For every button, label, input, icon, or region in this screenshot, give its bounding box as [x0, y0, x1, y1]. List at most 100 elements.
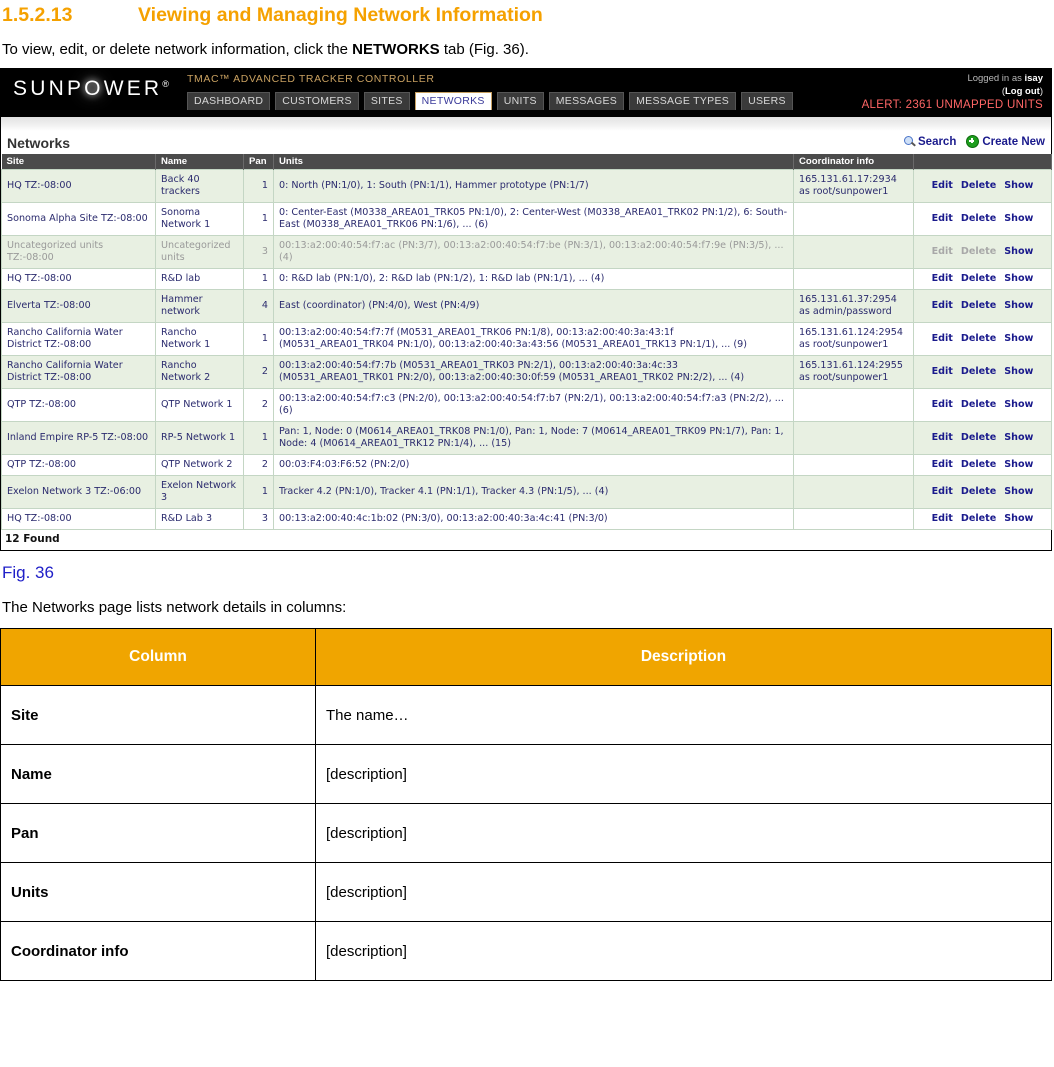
column-header-pan[interactable]: Pan [243, 154, 274, 170]
show-link[interactable]: Show [1004, 459, 1033, 470]
show-link[interactable]: Show [1004, 300, 1033, 311]
desc-column-description: The name… [315, 685, 1052, 745]
delete-link[interactable]: Delete [961, 213, 996, 224]
delete-link[interactable]: Delete [961, 300, 996, 311]
edit-link[interactable]: Edit [932, 513, 953, 524]
table-row: Sonoma Alpha Site TZ:-08:00 Sonoma Networ… [1, 202, 1052, 236]
cell-name: QTP Network 2 [155, 454, 244, 476]
edit-link[interactable]: Edit [932, 273, 953, 284]
tab-units[interactable]: UNITS [496, 92, 544, 110]
cell-name: Sonoma Network 1 [155, 202, 244, 236]
cell-site: Inland Empire RP-5 TZ:-08:00 [1, 421, 156, 455]
delete-link[interactable]: Delete [961, 486, 996, 497]
delete-link[interactable]: Delete [961, 273, 996, 284]
create-new-button[interactable]: Create New [966, 135, 1045, 148]
networks-table-body: HQ TZ:-08:00 Back 40 trackers 1 0: North (P… [1, 169, 1052, 530]
cell-units: 00:13:a2:00:40:54:f7:ac (PN:3/7), 00:13:… [273, 235, 794, 269]
cell-actions: Edit Delete Show [913, 169, 1052, 203]
cell-pan: 1 [243, 202, 274, 236]
delete-link[interactable]: Delete [961, 180, 996, 191]
show-link[interactable]: Show [1004, 246, 1033, 257]
delete-link[interactable]: Delete [961, 432, 996, 443]
edit-link[interactable]: Edit [932, 333, 953, 344]
cell-coordinator-info [793, 235, 914, 269]
edit-link[interactable]: Edit [932, 432, 953, 443]
cell-units: 00:13:a2:00:40:54:f7:c3 (PN:2/0), 00:13:… [273, 388, 794, 422]
app-header: SUNPOWER® TMAC™ ADVANCED TRACKER CONTROL… [1, 69, 1051, 117]
tab-dashboard[interactable]: DASHBOARD [187, 92, 271, 110]
delete-link[interactable]: Delete [961, 333, 996, 344]
tab-customers[interactable]: CUSTOMERS [275, 92, 359, 110]
cell-coordinator-info [793, 388, 914, 422]
cell-coordinator-info: 165.131.61.37:2954 as admin/password [793, 289, 914, 323]
logout-line: (Log out) [862, 85, 1043, 98]
desc-table-body: Site The name… Name [description] Pan [descri… [0, 685, 1052, 981]
cell-site: HQ TZ:-08:00 [1, 268, 156, 290]
tab-networks[interactable]: NETWORKS [414, 92, 492, 110]
section-number: 1.5.2.13 [2, 4, 73, 26]
cell-site: QTP TZ:-08:00 [1, 454, 156, 476]
cell-pan: 4 [243, 289, 274, 323]
cell-units: Pan: 1, Node: 0 (M0614_AREA01_TRK08 PN:1… [273, 421, 794, 455]
cell-pan: 3 [243, 508, 274, 530]
column-header-units[interactable]: Units [273, 154, 794, 170]
table-row: Rancho California Water District TZ:-08:… [1, 355, 1052, 389]
tab-sites[interactable]: SITES [363, 92, 410, 110]
edit-link[interactable]: Edit [932, 213, 953, 224]
show-link[interactable]: Show [1004, 273, 1033, 284]
column-description-table: Column Description Site The name… Name [des… [0, 628, 1052, 981]
desc-column-name: Units [0, 862, 316, 922]
cell-name: Rancho Network 2 [155, 355, 244, 389]
show-link[interactable]: Show [1004, 399, 1033, 410]
delete-link[interactable]: Delete [961, 513, 996, 524]
tab-messages[interactable]: MESSAGES [548, 92, 625, 110]
cell-actions: Edit Delete Show [913, 388, 1052, 422]
cell-units: Tracker 4.2 (PN:1/0), Tracker 4.1 (PN:1/… [273, 475, 794, 509]
tab-users[interactable]: USERS [741, 92, 793, 110]
show-link[interactable]: Show [1004, 213, 1033, 224]
cell-units: 0: North (PN:1/0), 1: South (PN:1/1), Ha… [273, 169, 794, 203]
desc-column-description: [description] [315, 803, 1052, 863]
desc-column-name: Name [0, 744, 316, 804]
delete-link[interactable]: Delete [961, 399, 996, 410]
search-button[interactable]: Search [904, 136, 956, 148]
table-row: Inland Empire RP-5 TZ:-08:00 RP-5 Network… [1, 421, 1052, 455]
column-header-coordinator-info[interactable]: Coordinator info [793, 154, 914, 170]
cell-site: Sonoma Alpha Site TZ:-08:00 [1, 202, 156, 236]
username: isay [1024, 73, 1044, 84]
desc-table-row: Pan [description] [0, 803, 1052, 863]
edit-link[interactable]: Edit [932, 366, 953, 377]
cell-pan: 3 [243, 235, 274, 269]
show-link[interactable]: Show [1004, 432, 1033, 443]
edit-link[interactable]: Edit [932, 246, 953, 257]
delete-link[interactable]: Delete [961, 246, 996, 257]
show-link[interactable]: Show [1004, 486, 1033, 497]
edit-link[interactable]: Edit [932, 300, 953, 311]
edit-link[interactable]: Edit [932, 180, 953, 191]
cell-actions: Edit Delete Show [913, 235, 1052, 269]
logout-link[interactable]: Log out [1005, 86, 1040, 97]
show-link[interactable]: Show [1004, 513, 1033, 524]
cell-pan: 1 [243, 268, 274, 290]
sunpower-logo: SUNPOWER® [13, 77, 169, 100]
delete-link[interactable]: Delete [961, 366, 996, 377]
edit-link[interactable]: Edit [932, 459, 953, 470]
cell-site: QTP TZ:-08:00 [1, 388, 156, 422]
create-new-label: Create New [982, 135, 1045, 148]
alert-banner[interactable]: ALERT: 2361 UNMAPPED UNITS [862, 98, 1043, 112]
delete-link[interactable]: Delete [961, 459, 996, 470]
cell-name: Rancho Network 1 [155, 322, 244, 356]
edit-link[interactable]: Edit [932, 486, 953, 497]
edit-link[interactable]: Edit [932, 399, 953, 410]
show-link[interactable]: Show [1004, 366, 1033, 377]
cell-units: 00:13:a2:00:40:54:f7:7b (M0531_AREA01_TR… [273, 355, 794, 389]
product-title: TMAC™ ADVANCED TRACKER CONTROLLER [187, 73, 435, 85]
show-link[interactable]: Show [1004, 180, 1033, 191]
tab-message-types[interactable]: MESSAGE TYPES [629, 92, 737, 110]
column-header-name[interactable]: Name [155, 154, 244, 170]
show-link[interactable]: Show [1004, 333, 1033, 344]
table-row: HQ TZ:-08:00 Back 40 trackers 1 0: North (P… [1, 169, 1052, 203]
column-header-site[interactable]: Site [1, 154, 156, 170]
cell-units: East (coordinator) (PN:4/0), West (PN:4/… [273, 289, 794, 323]
intro-text-before: To view, edit, or delete network informa… [2, 41, 353, 58]
